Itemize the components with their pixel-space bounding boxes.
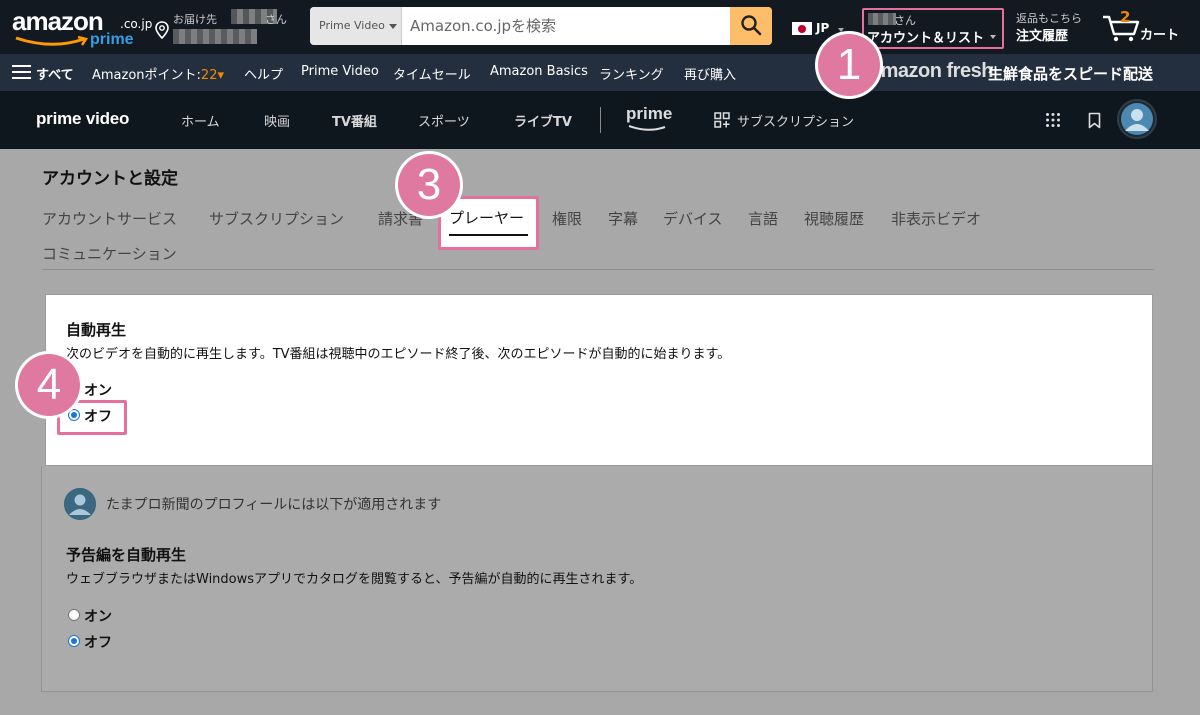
account-greeting: さん: [894, 14, 916, 27]
japan-flag-icon: [792, 22, 812, 35]
step-badge-4: 4: [18, 354, 80, 416]
nav-divider: [600, 107, 601, 133]
tab-hidden-videos[interactable]: 非表示ビデオ: [891, 208, 981, 229]
points-label: Amazonポイント:: [92, 68, 201, 83]
deliver-suffix: さん: [265, 13, 287, 26]
orders-line2: 注文履歴: [1016, 29, 1069, 44]
top-navbar: amazon .co.jp prime お届け先 さん Prime Video …: [0, 0, 1200, 54]
location-pin-icon: [155, 21, 169, 39]
bookmark-icon[interactable]: [1088, 112, 1101, 129]
active-tab-underline: [449, 234, 528, 236]
page-title: アカウントと設定: [42, 169, 178, 189]
nav-amazon-basics[interactable]: Amazon Basics: [490, 64, 588, 79]
deliver-to[interactable]: お届け先 さん: [155, 9, 295, 45]
cart-label: カート: [1140, 28, 1180, 43]
nav-all[interactable]: すべて: [36, 64, 74, 83]
user-icon: [1121, 103, 1153, 135]
nav-ranking[interactable]: ランキング: [599, 64, 664, 83]
profile-avatar-small: [64, 488, 96, 520]
pv-nav-sports[interactable]: スポーツ: [418, 111, 470, 130]
nav-points[interactable]: Amazonポイント:22▾: [92, 64, 224, 83]
apps-grid-icon[interactable]: [1045, 112, 1061, 128]
search-button[interactable]: [730, 7, 772, 45]
caret-down-icon: ▾: [217, 68, 224, 83]
tab-permissions[interactable]: 権限: [552, 208, 582, 229]
caret-down-icon: [388, 23, 397, 29]
tab-devices[interactable]: デバイス: [663, 208, 723, 229]
subscriptions-icon: [714, 112, 730, 128]
amazon-logo[interactable]: amazon .co.jp prime: [12, 6, 152, 50]
points-value: 22: [200, 68, 218, 83]
tab-subscriptions[interactable]: サブスクリプション: [209, 208, 344, 229]
trailer-on-radio[interactable]: [68, 609, 80, 621]
secondary-navbar: すべて Amazonポイント:22▾ ヘルプ Prime Video タイムセー…: [0, 54, 1200, 91]
tab-communication[interactable]: コミュニケーション: [42, 243, 177, 264]
trailer-off-radio[interactable]: [68, 635, 80, 647]
autoplay-off-radio[interactable]: [68, 409, 80, 421]
amazon-fresh-logo[interactable]: amazon fresh: [870, 60, 993, 83]
autoplay-description: 次のビデオを自動的に再生します。TV番組は視聴中のエピソード終了後、次のエピソー…: [66, 347, 731, 362]
orders-line1: 返品もこちら: [1016, 12, 1082, 25]
tab-account-services[interactable]: アカウントサービス: [42, 208, 177, 229]
returns-orders[interactable]: 返品もこちら 注文履歴: [1016, 10, 1096, 46]
cart[interactable]: 2 カート: [1102, 8, 1194, 46]
autoplay-on-label: オン: [84, 383, 112, 399]
search-icon: [741, 14, 762, 35]
redacted-username: [868, 13, 896, 25]
pv-nav-subscriptions[interactable]: サブスクリプション: [737, 111, 854, 130]
trailer-on-label: オン: [84, 609, 112, 625]
redacted-address: [173, 29, 257, 44]
search-category-label: Prime Video: [319, 19, 385, 32]
tab-language[interactable]: 言語: [748, 208, 778, 229]
profile-notice: たまプロ新聞のプロフィールには以下が適用されます: [106, 497, 442, 513]
profile-avatar[interactable]: [1117, 99, 1157, 139]
nav-timesale[interactable]: タイムセール: [393, 64, 471, 83]
caret-down-icon: [838, 28, 844, 32]
account-label: アカウント＆リスト: [867, 31, 985, 46]
pv-nav-movies[interactable]: 映画: [264, 111, 290, 130]
prime-video-logo[interactable]: prime video: [36, 109, 129, 129]
logo-tld: .co.jp: [120, 17, 153, 31]
trailer-title: 予告編を自動再生: [66, 546, 187, 564]
pv-nav-live-tv[interactable]: ライブTV: [514, 111, 572, 130]
logo-prime: prime: [90, 31, 134, 48]
autoplay-off-label: オフ: [84, 409, 112, 425]
autoplay-panel: [45, 294, 1153, 466]
deliver-label: お届け先: [173, 13, 217, 26]
cart-count: 2: [1120, 8, 1131, 26]
search-category-select[interactable]: Prime Video: [310, 7, 402, 45]
fresh-tagline[interactable]: 生鮮食品をスピード配送: [988, 63, 1153, 84]
tab-subtitles[interactable]: 字幕: [608, 208, 638, 229]
trailer-description: ウェブブラウザまたはWindowsアプリでカタログを閲覧すると、予告編が自動的に…: [66, 572, 643, 587]
pv-nav-home[interactable]: ホーム: [181, 111, 220, 130]
nav-prime-video[interactable]: Prime Video: [301, 64, 379, 79]
prime-video-navbar: prime video ホーム 映画 TV番組 スポーツ ライブTV prime…: [0, 91, 1200, 149]
prime-logo[interactable]: prime: [626, 104, 672, 124]
search-input[interactable]: [402, 7, 730, 45]
step-badge-3: 3: [398, 154, 460, 216]
autoplay-title: 自動再生: [66, 321, 127, 339]
hamburger-menu-icon[interactable]: [12, 65, 31, 80]
caret-down-icon: [990, 35, 996, 39]
tab-watch-history[interactable]: 視聴履歴: [804, 208, 864, 229]
pv-nav-tv[interactable]: TV番組: [332, 111, 377, 130]
user-icon: [64, 488, 96, 520]
search-bar: Prime Video: [310, 7, 772, 45]
nav-buy-again[interactable]: 再び購入: [684, 64, 736, 83]
nav-help[interactable]: ヘルプ: [244, 64, 283, 83]
smile-icon: [628, 125, 666, 131]
smile-icon: [15, 36, 89, 46]
language-code: JP: [816, 21, 830, 35]
step-badge-1: 1: [818, 34, 880, 96]
tab-player[interactable]: プレーヤー: [449, 207, 524, 228]
trailer-off-label: オフ: [84, 635, 112, 651]
account-and-lists[interactable]: さん アカウント＆リスト: [862, 8, 1004, 49]
